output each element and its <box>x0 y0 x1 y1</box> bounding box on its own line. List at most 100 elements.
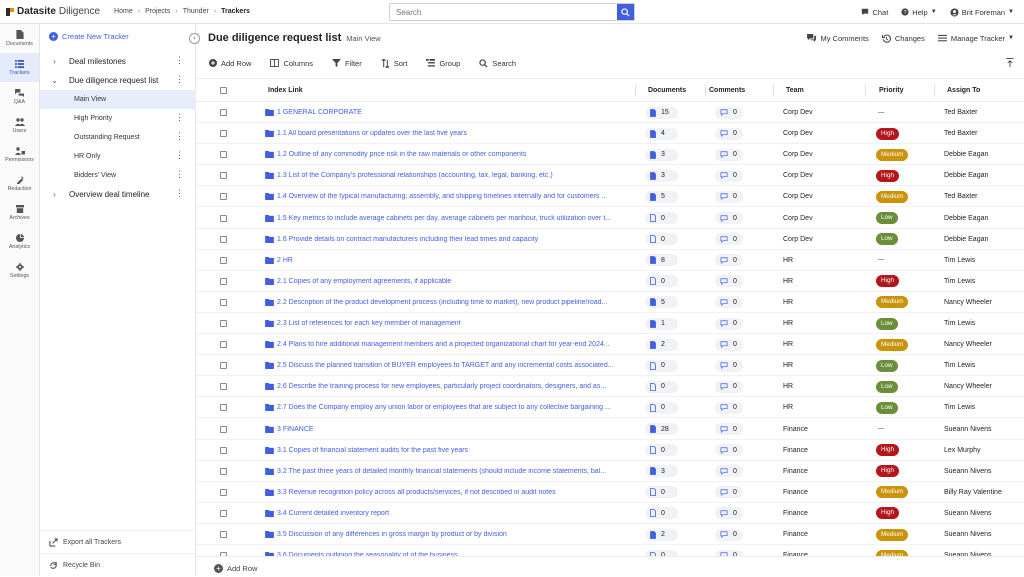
rail-archives[interactable]: Archives <box>0 198 39 227</box>
documents-count[interactable]: 28 <box>645 423 678 435</box>
comments-count[interactable]: 0 <box>715 296 743 309</box>
row-checkbox[interactable] <box>220 298 227 306</box>
priority-badge[interactable]: Medium <box>876 486 909 499</box>
tracker-due-diligence[interactable]: ⌄ Due diligence request list ⋮ <box>40 71 196 90</box>
team-cell[interactable]: Corp Dev <box>783 102 813 123</box>
comments-count[interactable]: 0 <box>715 359 743 372</box>
index-link[interactable]: 2.4 Plans to hire additional management … <box>265 334 629 355</box>
comments-count[interactable]: 0 <box>715 465 743 478</box>
row-checkbox[interactable] <box>220 446 227 454</box>
assignee-cell[interactable]: Tim Lewis <box>944 271 975 292</box>
sort-button[interactable]: Sort <box>381 58 407 68</box>
team-cell[interactable]: Corp Dev <box>783 229 813 250</box>
assignee-cell[interactable]: Nancy Wheeler <box>944 376 992 397</box>
view-outstanding[interactable]: Outstanding Request ⋮ <box>40 128 196 147</box>
table-search-button[interactable]: Search <box>479 59 516 68</box>
documents-count[interactable]: 5 <box>645 296 678 309</box>
row-checkbox[interactable] <box>220 151 227 159</box>
team-cell[interactable]: Finance <box>783 419 808 440</box>
table-row[interactable]: 3.2 The past three years of detailed mon… <box>196 461 1024 482</box>
documents-count[interactable]: 0 <box>645 359 678 372</box>
footer-add-row-button[interactable]: + Add Row <box>214 564 257 573</box>
tracker-deal-milestones[interactable]: › Deal milestones ⋮ <box>40 52 196 71</box>
chevron-right-icon[interactable]: › <box>40 190 69 199</box>
comments-count[interactable]: 0 <box>715 106 743 119</box>
team-cell[interactable]: HR <box>783 397 793 418</box>
rail-trackers[interactable]: Trackers <box>0 53 39 82</box>
search-input[interactable] <box>390 4 617 20</box>
index-link[interactable]: 3.1 Copies of financial statement audits… <box>265 440 629 461</box>
team-cell[interactable]: Corp Dev <box>783 165 813 186</box>
assignee-cell[interactable]: Ted Baxter <box>944 186 977 207</box>
index-link[interactable]: 2.6 Describe the training process for ne… <box>265 376 629 397</box>
pin-toolbar-button[interactable] <box>1006 58 1014 69</box>
team-cell[interactable]: Corp Dev <box>783 144 813 165</box>
index-link[interactable]: 1.3 List of the Company's professional r… <box>265 165 629 186</box>
assignee-cell[interactable]: Nancy Wheeler <box>944 334 992 355</box>
kebab-menu-icon[interactable]: ⋮ <box>175 75 184 84</box>
documents-count[interactable]: 2 <box>645 528 678 541</box>
comments-count[interactable]: 0 <box>715 190 743 203</box>
documents-count[interactable]: 0 <box>645 380 678 393</box>
comments-count[interactable]: 0 <box>715 486 743 499</box>
create-tracker-button[interactable]: + Create New Tracker <box>49 32 129 41</box>
team-cell[interactable]: Corp Dev <box>783 208 813 229</box>
comments-count[interactable]: 0 <box>715 275 743 288</box>
assignee-cell[interactable]: Sueann Nivens <box>944 524 991 545</box>
row-checkbox[interactable] <box>220 277 227 285</box>
row-checkbox[interactable] <box>220 109 227 116</box>
comments-count[interactable]: 0 <box>715 233 743 246</box>
comments-count[interactable]: 0 <box>715 169 743 182</box>
table-row[interactable]: 2.4 Plans to hire additional management … <box>196 334 1024 356</box>
team-cell[interactable]: HR <box>783 250 793 271</box>
table-row[interactable]: 1.6 Provide details on contract manufact… <box>196 229 1024 250</box>
comments-count[interactable]: 0 <box>715 127 743 140</box>
comments-count[interactable]: 0 <box>715 212 743 224</box>
column-assign-to[interactable]: Assign To <box>947 79 1017 103</box>
table-row[interactable]: 3.3 Revenue recognition policy across al… <box>196 482 1024 503</box>
priority-badge[interactable]: High <box>876 169 899 182</box>
row-checkbox[interactable] <box>220 214 227 222</box>
team-cell[interactable]: HR <box>783 334 793 355</box>
rail-settings[interactable]: Settings <box>0 256 39 285</box>
table-row[interactable]: 1.4 Overview of the typical manufacturin… <box>196 186 1024 208</box>
breadcrumb-project[interactable]: Thunder <box>183 8 209 15</box>
kebab-menu-icon[interactable]: ⋮ <box>175 113 184 122</box>
comments-count[interactable]: 0 <box>715 254 743 267</box>
assignee-cell[interactable]: Lex Murphy <box>944 440 981 461</box>
documents-count[interactable]: 0 <box>645 275 678 288</box>
comments-count[interactable]: 0 <box>715 401 743 414</box>
changes-button[interactable]: Changes <box>881 34 925 43</box>
column-index-link[interactable]: Index Link <box>268 79 636 103</box>
search-button[interactable] <box>617 4 634 20</box>
kebab-menu-icon[interactable]: ⋮ <box>175 56 184 65</box>
documents-count[interactable]: 3 <box>645 148 678 161</box>
recycle-bin-button[interactable]: Recycle Bin <box>40 553 196 576</box>
add-row-button[interactable]: Add Row <box>209 59 251 68</box>
documents-count[interactable]: 0 <box>645 444 678 457</box>
index-link[interactable]: 3.5 Discussion of any differences in gro… <box>265 524 629 545</box>
rail-documents[interactable]: Documents <box>0 24 39 53</box>
row-checkbox[interactable] <box>220 341 227 349</box>
index-link[interactable]: 2.3 List of references for each key memb… <box>265 313 629 334</box>
team-cell[interactable]: HR <box>783 376 793 397</box>
view-hr-only[interactable]: HR Only ⋮ <box>40 147 196 166</box>
documents-count[interactable]: 0 <box>645 401 678 414</box>
assignee-cell[interactable]: Tim Lewis <box>944 355 975 376</box>
rail-users[interactable]: Users <box>0 111 39 140</box>
tracker-overview-timeline[interactable]: › Overview deal timeline ⋮ <box>40 185 196 204</box>
team-cell[interactable]: Finance <box>783 440 808 461</box>
kebab-menu-icon[interactable]: ⋮ <box>175 151 184 160</box>
priority-badge[interactable]: Low <box>876 380 898 393</box>
index-link[interactable]: 2 HR <box>265 250 629 271</box>
manage-tracker-button[interactable]: Manage Tracker ▼ <box>937 34 1014 43</box>
assignee-cell[interactable]: Sueann Nivens <box>944 503 991 524</box>
priority-badge[interactable]: Low <box>876 317 898 330</box>
group-button[interactable]: Group <box>426 59 460 68</box>
row-checkbox[interactable] <box>220 362 227 370</box>
index-link[interactable]: 2.5 Discuss the planned transition of BU… <box>265 355 629 376</box>
assignee-cell[interactable]: Debbie Eagan <box>944 208 988 229</box>
index-link[interactable]: 3.3 Revenue recognition policy across al… <box>265 482 629 503</box>
documents-count[interactable]: 2 <box>645 338 678 351</box>
row-checkbox[interactable] <box>220 383 227 391</box>
